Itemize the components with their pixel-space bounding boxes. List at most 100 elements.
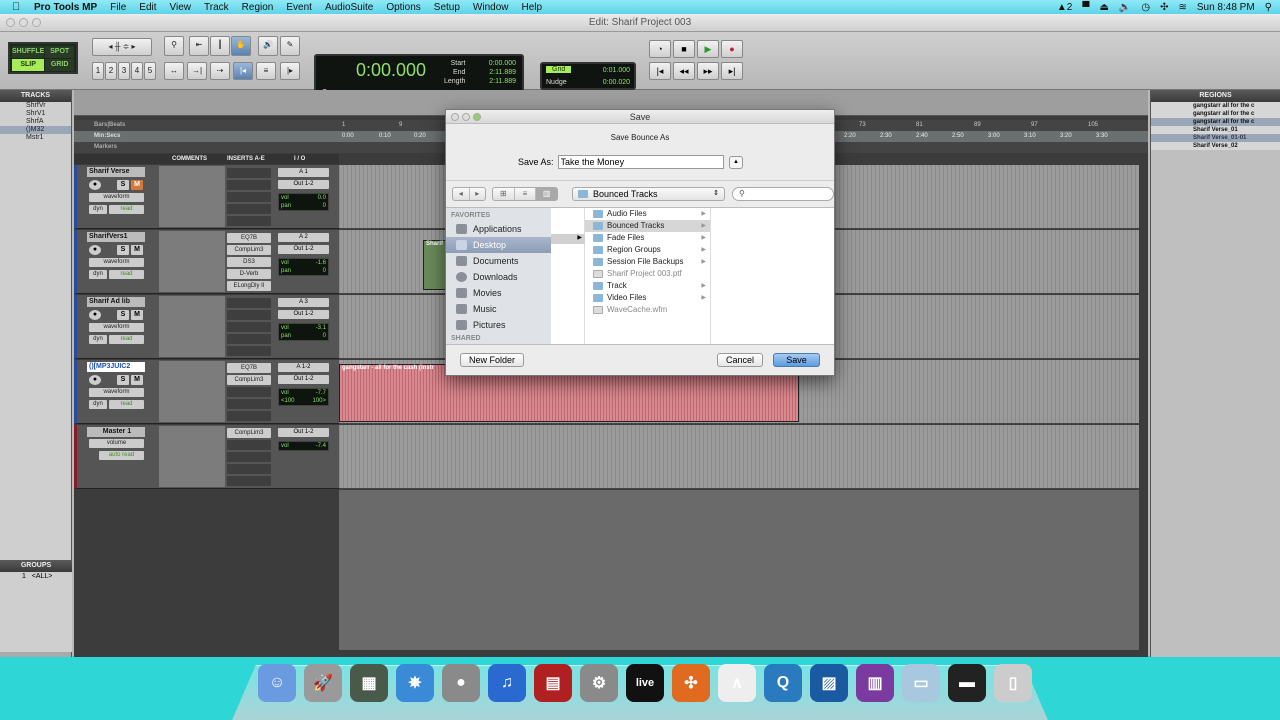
volume-icon[interactable]: 🔈 xyxy=(1119,2,1131,13)
solo-button[interactable]: S xyxy=(117,245,129,255)
menu-setup[interactable]: Setup xyxy=(434,2,460,13)
track-name-field[interactable]: ()[MP3JUIC2 xyxy=(87,362,145,372)
mirror-midi-icon[interactable]: ≡ xyxy=(256,62,276,80)
pan-right-value[interactable]: 100> xyxy=(312,397,326,405)
insert-slot[interactable] xyxy=(227,387,271,397)
tab-icon[interactable]: |▸ xyxy=(280,62,300,80)
record-enable-button[interactable]: ● xyxy=(89,245,101,255)
rewind-button[interactable]: ◂◂ xyxy=(673,62,695,80)
location-popup[interactable]: Bounced Tracks ⇕ xyxy=(572,187,725,201)
output-selector[interactable]: Out 1-2 xyxy=(278,375,329,384)
record-button[interactable]: ● xyxy=(721,40,743,58)
dialog-minimize-button[interactable] xyxy=(462,113,470,121)
insert-slot[interactable] xyxy=(227,180,271,190)
track-view-selector[interactable]: waveform xyxy=(89,323,144,332)
file-item[interactable]: Bounced Tracks ▶ xyxy=(585,220,710,232)
insert-slot[interactable] xyxy=(227,192,271,202)
back-button[interactable]: ◂ xyxy=(453,188,470,200)
pan-value[interactable]: 0 xyxy=(323,202,326,210)
column-view-button[interactable]: ▥ xyxy=(536,188,558,200)
save-button[interactable]: Save xyxy=(773,353,820,367)
sidebar-item-pictures[interactable]: Pictures xyxy=(446,317,551,333)
output-selector[interactable]: Out 1-2 xyxy=(278,428,329,437)
forward-button[interactable]: ▸ xyxy=(470,188,486,200)
dock-safari-icon[interactable]: ✵ xyxy=(396,664,434,702)
comments-field[interactable] xyxy=(159,426,225,487)
track-list-item[interactable]: ShrfVr xyxy=(0,102,71,110)
record-enable-button[interactable]: ● xyxy=(89,180,101,190)
insert-slot[interactable] xyxy=(227,411,271,421)
nudge-value[interactable]: 0:00.020 xyxy=(603,79,630,86)
region-item[interactable]: Sharif Verse_01 xyxy=(1151,126,1280,134)
insert-slot[interactable] xyxy=(227,440,271,450)
mute-button[interactable]: M xyxy=(131,180,143,190)
vol-display[interactable]: vol -7.4 xyxy=(278,441,329,451)
track-list-item[interactable]: ShrfA xyxy=(0,118,71,126)
track-list-item[interactable]: ()M32 xyxy=(0,126,71,134)
region-item[interactable]: Sharif Verse_02 xyxy=(1151,142,1280,150)
display-icon[interactable]: ▀ xyxy=(1082,2,1089,13)
volume-value[interactable]: -7.7 xyxy=(316,389,326,397)
dock-quicktime-icon[interactable]: Q xyxy=(764,664,802,702)
record-enable-button[interactable]: ● xyxy=(89,310,101,320)
insert-plugin[interactable]: CompLim3 xyxy=(227,245,271,255)
nudge-label[interactable]: Nudge xyxy=(546,79,567,86)
output-selector[interactable]: Out 1-2 xyxy=(278,245,329,254)
insert-slot[interactable] xyxy=(227,452,271,462)
play-button[interactable]: ▶ xyxy=(697,40,719,58)
automation-mode-selector[interactable]: auto read xyxy=(99,451,144,460)
zoom-preset-3[interactable]: 3 xyxy=(118,62,130,80)
menu-region[interactable]: Region xyxy=(242,2,274,13)
selector-tool-icon[interactable]: ┃ xyxy=(210,36,230,56)
solo-button[interactable]: S xyxy=(117,310,129,320)
menu-window[interactable]: Window xyxy=(473,2,509,13)
menu-options[interactable]: Options xyxy=(386,2,420,13)
input-selector[interactable]: A 1-2 xyxy=(278,363,329,372)
volume-value[interactable]: -1.6 xyxy=(316,259,326,267)
dock-device-icon[interactable]: ▬ xyxy=(948,664,986,702)
spotlight-icon[interactable]: ⚲ xyxy=(1265,2,1272,13)
track-view-selector[interactable]: waveform xyxy=(89,193,144,202)
tracks-panel-title[interactable]: TRACKS xyxy=(0,90,71,102)
master-lane[interactable] xyxy=(339,425,1139,489)
comments-field[interactable] xyxy=(159,166,225,227)
file-item[interactable]: Track ▶ xyxy=(585,280,710,292)
go-to-end-button[interactable]: ▸| xyxy=(721,62,743,80)
shuffle-mode-button[interactable]: SHUFFLE xyxy=(12,46,45,58)
groups-panel-title[interactable]: GROUPS xyxy=(0,560,72,572)
track-view-selector[interactable]: waveform xyxy=(89,258,144,267)
sidebar-item-documents[interactable]: Documents xyxy=(446,253,551,269)
track-list-item[interactable]: Mstr1 xyxy=(0,134,71,142)
file-item[interactable]: WaveCache.wfm xyxy=(585,304,710,316)
insert-slot[interactable] xyxy=(227,310,271,320)
dock-facetime-icon[interactable]: ● xyxy=(442,664,480,702)
group-all[interactable]: <ALL> xyxy=(32,573,53,580)
vol-pan-display[interactable]: vol -1.6 pan 0 xyxy=(278,258,329,276)
dock-trash-icon[interactable]: ▯ xyxy=(994,664,1032,702)
apple-menu-icon[interactable]:  xyxy=(12,1,26,13)
mute-button[interactable]: M xyxy=(131,375,143,385)
zoomer-tool-icon[interactable]: ⚲ xyxy=(164,36,184,56)
automation-mode-selector[interactable]: read xyxy=(109,270,144,279)
volume-value[interactable]: 0.0 xyxy=(318,194,326,202)
menu-view[interactable]: View xyxy=(170,2,192,13)
insert-plugin[interactable]: D-Verb xyxy=(227,269,271,279)
counter-main-value[interactable]: 0:00.000 xyxy=(356,60,426,81)
track-name[interactable]: Master 1 xyxy=(87,427,145,437)
insertion-follows-icon[interactable]: |◂ xyxy=(233,62,253,80)
insert-slot[interactable] xyxy=(227,464,271,474)
dialog-close-button[interactable] xyxy=(451,113,459,121)
minimize-window-button[interactable] xyxy=(19,18,28,27)
menu-file[interactable]: File xyxy=(110,2,126,13)
grid-value[interactable]: 0:01.000 xyxy=(603,67,630,74)
insert-slot[interactable] xyxy=(227,204,271,214)
selected-parent-row[interactable]: ▶ xyxy=(551,234,585,244)
start-value[interactable]: 0:00.000 xyxy=(489,59,516,68)
file-item[interactable]: Audio Files ▶ xyxy=(585,208,710,220)
length-value[interactable]: 2:11.889 xyxy=(489,77,516,86)
track-list-item[interactable]: ShrV1 xyxy=(0,110,71,118)
file-item[interactable]: Video Files ▶ xyxy=(585,292,710,304)
solo-button[interactable]: S xyxy=(117,180,129,190)
fast-forward-button[interactable]: ▸▸ xyxy=(697,62,719,80)
output-selector[interactable]: Out 1-2 xyxy=(278,310,329,319)
